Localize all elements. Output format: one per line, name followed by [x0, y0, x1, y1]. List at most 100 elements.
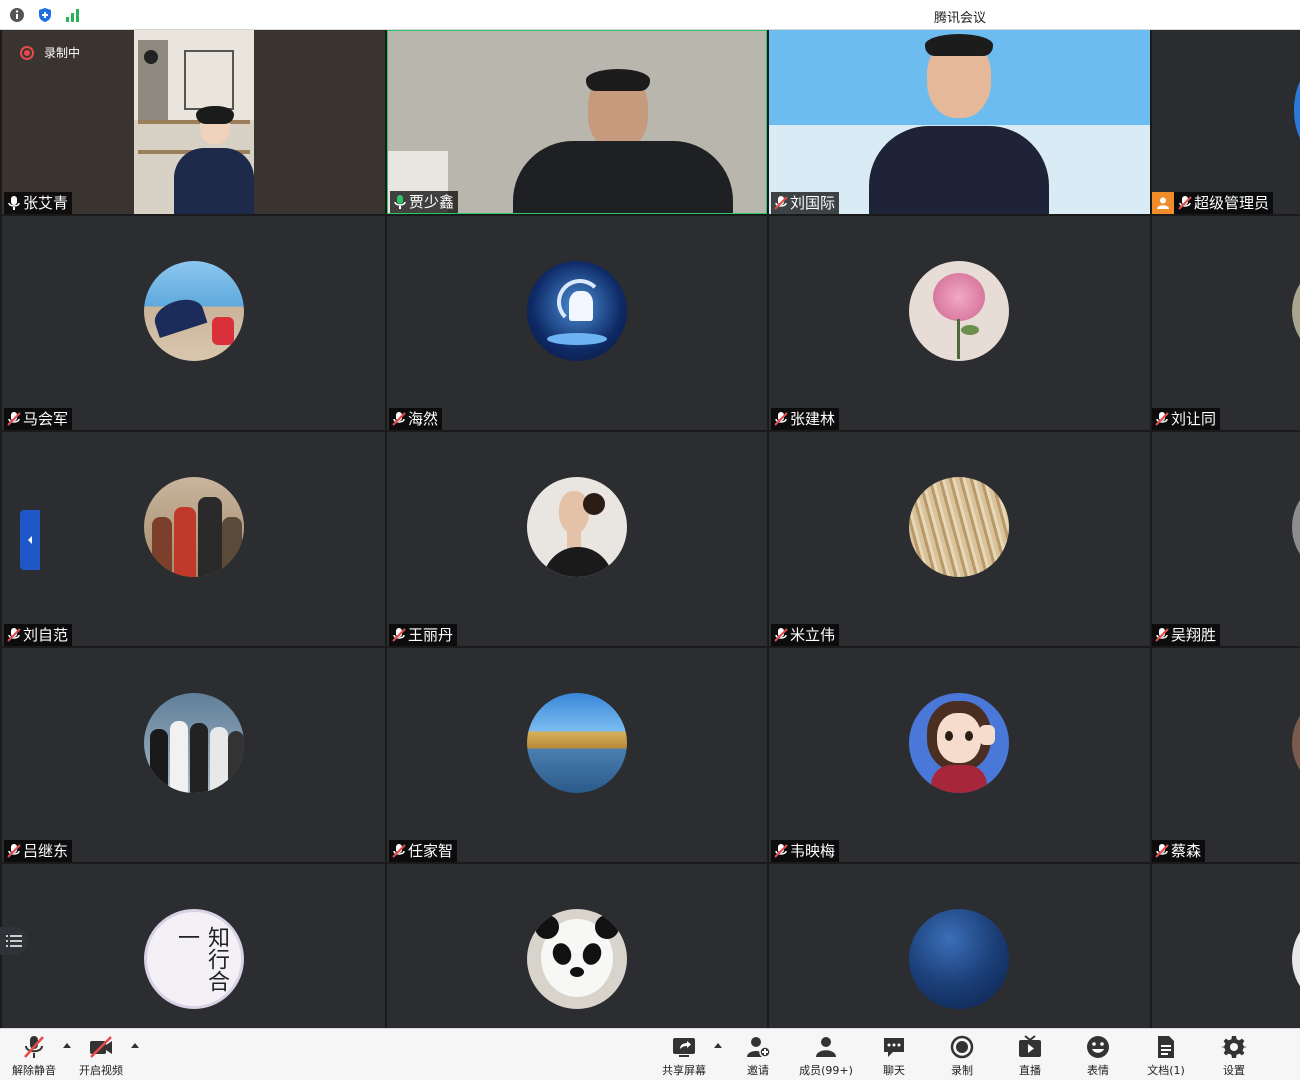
collapse-panel-button[interactable] — [20, 510, 40, 570]
add-user-icon — [747, 1037, 771, 1058]
settings-label: 设置 — [1223, 1064, 1245, 1077]
mic-muted-icon — [774, 412, 788, 426]
mic-muted-icon — [7, 844, 21, 858]
live-stream-icon — [1019, 1035, 1041, 1057]
participant-tile[interactable]: 录制中 张艾青 — [2, 30, 385, 214]
participant-tile[interactable]: 任家智 — [387, 648, 767, 862]
participant-name-tag: 吴翔胜 — [1152, 624, 1221, 646]
settings-button[interactable]: 设置 — [1202, 1034, 1266, 1078]
participant-list-toggle[interactable] — [0, 927, 28, 955]
participant-tile[interactable]: 王丽丹 — [387, 432, 767, 646]
participant-tile[interactable]: 超级管理员 — [1152, 30, 1300, 214]
list-icon — [6, 935, 22, 947]
unmute-button[interactable]: 解除静音 — [2, 1034, 66, 1078]
start-video-button[interactable]: 开启视频 — [69, 1034, 133, 1078]
participant-tile[interactable]: 米立伟 — [769, 432, 1150, 646]
record-label: 录制 — [951, 1064, 973, 1077]
members-button[interactable]: 成员(99+) — [794, 1034, 858, 1078]
participant-name: 张艾青 — [23, 194, 69, 212]
live-label: 直播 — [1019, 1064, 1041, 1077]
participant-name: 米立伟 — [790, 626, 836, 644]
record-button[interactable]: 录制 — [930, 1034, 994, 1078]
participant-tile[interactable] — [387, 864, 767, 1028]
participant-tile[interactable]: 刘国际 — [769, 30, 1150, 214]
mic-muted-icon — [24, 1036, 44, 1058]
participant-tile[interactable]: 海然 — [387, 216, 767, 430]
start-video-label: 开启视频 — [79, 1064, 123, 1077]
participant-avatar — [144, 693, 244, 793]
chat-button[interactable]: 聊天 — [862, 1034, 926, 1078]
mic-muted-icon — [774, 196, 788, 210]
mic-muted-icon — [774, 628, 788, 642]
mic-muted-icon — [392, 844, 406, 858]
title-bar: 腾讯会议 — [0, 0, 1300, 30]
participant-name: 任家智 — [408, 842, 454, 860]
mic-muted-icon — [774, 844, 788, 858]
invite-button[interactable]: 邀请 — [726, 1034, 790, 1078]
participant-name-tag: 贾少鑫 — [390, 191, 459, 213]
participant-avatar — [909, 693, 1009, 793]
participant-name: 刘国际 — [790, 194, 836, 212]
docs-button[interactable]: 文档(1) — [1134, 1034, 1198, 1078]
participant-tile[interactable]: 吴翔胜 — [1152, 432, 1300, 646]
participant-tile[interactable] — [769, 864, 1150, 1028]
participant-name-tag: 蔡森 — [1152, 840, 1206, 862]
share-screen-icon — [673, 1038, 695, 1057]
participant-name-tag: 超级管理员 — [1152, 192, 1274, 214]
mic-muted-icon — [7, 628, 21, 642]
live-button[interactable]: 直播 — [998, 1034, 1062, 1078]
mic-muted-icon — [1178, 196, 1192, 210]
participant-avatar — [909, 909, 1009, 1009]
app-title: 腾讯会议 — [933, 11, 986, 26]
participant-avatar — [527, 693, 627, 793]
participant-avatar — [1292, 693, 1300, 793]
camera-off-icon — [90, 1036, 112, 1058]
participant-avatar: 知行合一 — [144, 909, 244, 1009]
participant-tile[interactable]: 马会军 — [2, 216, 385, 430]
participant-tile[interactable]: 刘让同 — [1152, 216, 1300, 430]
participant-tile[interactable]: 知行合一 — [2, 864, 385, 1028]
participant-name: 韦映梅 — [790, 842, 836, 860]
participant-name-tag: 马会军 — [4, 408, 73, 430]
chat-label: 聊天 — [883, 1064, 905, 1077]
share-screen-label: 共享屏幕 — [662, 1064, 706, 1077]
participant-avatar — [527, 477, 627, 577]
recording-label: 录制中 — [44, 46, 81, 60]
mic-muted-icon — [1155, 628, 1169, 642]
chat-icon — [884, 1038, 904, 1057]
participant-name-tag: 刘国际 — [771, 192, 840, 214]
participant-name-tag: 米立伟 — [771, 624, 840, 646]
participant-name-tag: 吕继东 — [4, 840, 73, 862]
participant-name-tag: 海然 — [389, 408, 443, 430]
participant-avatar — [909, 261, 1009, 361]
unmute-label: 解除静音 — [12, 1064, 56, 1077]
participant-name-tag: 张建林 — [771, 408, 840, 430]
participant-tile[interactable]: 韦映梅 — [769, 648, 1150, 862]
participant-name-tag: 王丽丹 — [389, 624, 458, 646]
participant-name: 海然 — [408, 410, 439, 428]
mic-muted-icon — [1155, 412, 1169, 426]
participant-tile[interactable]: 张建林 — [769, 216, 1150, 430]
host-badge-icon — [1152, 192, 1174, 214]
record-icon — [950, 1035, 974, 1059]
reactions-label: 表情 — [1087, 1064, 1109, 1077]
gear-icon — [1221, 1036, 1247, 1058]
reactions-button[interactable]: 表情 — [1066, 1034, 1130, 1078]
docs-label: 文档(1) — [1147, 1064, 1185, 1077]
share-screen-button[interactable]: 共享屏幕 — [652, 1034, 716, 1078]
smiley-icon — [1087, 1036, 1109, 1058]
participant-tile[interactable]: 吕继东 — [2, 648, 385, 862]
participant-avatar — [527, 909, 627, 1009]
video-options-caret[interactable] — [131, 1043, 139, 1048]
participant-name-tag: 刘自范 — [4, 624, 73, 646]
mic-muted-icon — [1155, 844, 1169, 858]
participant-tile[interactable] — [1152, 864, 1300, 1028]
participant-tile[interactable]: 贾少鑫 — [387, 30, 767, 214]
participant-name: 张建林 — [790, 410, 836, 428]
participant-avatar — [144, 477, 244, 577]
participant-name-tag: 韦映梅 — [771, 840, 840, 862]
participant-tile[interactable]: 刘自范 — [2, 432, 385, 646]
participant-tile[interactable]: 蔡森 — [1152, 648, 1300, 862]
share-options-caret[interactable] — [714, 1043, 722, 1048]
document-icon — [1158, 1036, 1174, 1058]
